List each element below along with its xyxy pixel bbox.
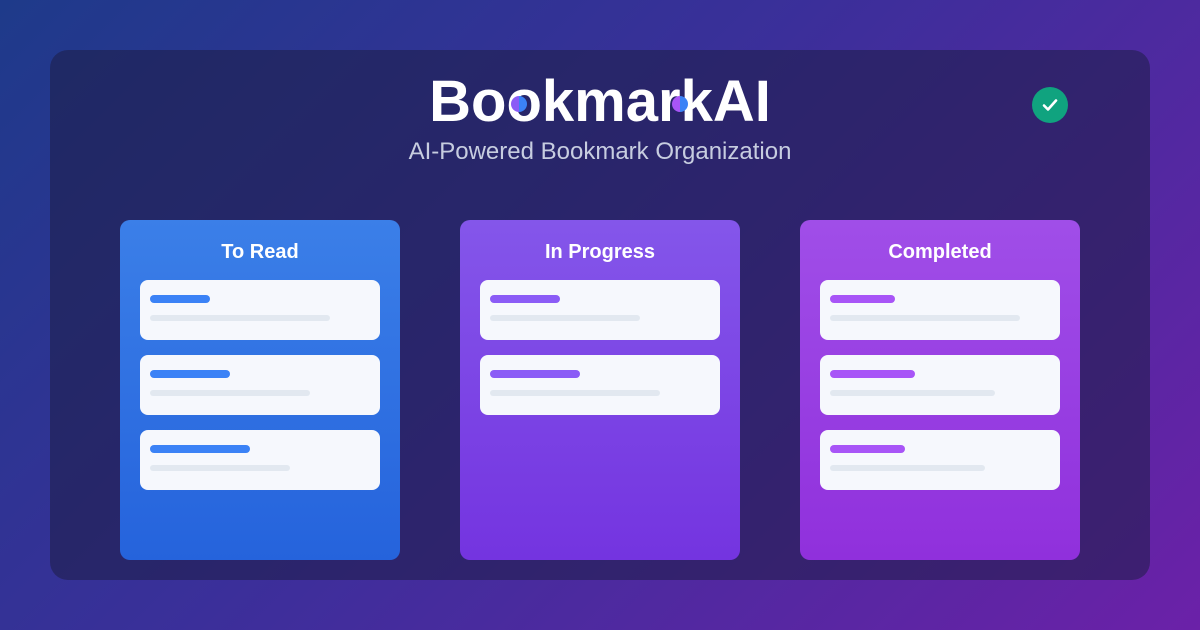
column-title: To Read [221,241,299,263]
bookmark-card[interactable] [140,280,380,340]
bookmark-card[interactable] [480,280,720,340]
bookmark-card[interactable] [820,430,1060,490]
logo-dot-icon [511,96,527,112]
app-subtitle: AI-Powered Bookmark Organization [408,138,792,165]
bookmark-card[interactable] [480,355,720,415]
check-circle-icon [1032,87,1068,123]
column-title: Completed [888,241,992,263]
bookmark-card[interactable] [820,280,1060,340]
bookmark-card[interactable] [140,355,380,415]
logo-dot-icon [672,96,688,112]
column-completed: Completed [800,220,1080,560]
bookmark-card[interactable] [140,430,380,490]
column-to-read: To Read [120,220,400,560]
column-title: In Progress [544,241,656,263]
app-title: BookmarkAI [429,69,771,134]
bookmark-card[interactable] [820,355,1060,415]
column-in-progress: In Progress [460,220,740,560]
